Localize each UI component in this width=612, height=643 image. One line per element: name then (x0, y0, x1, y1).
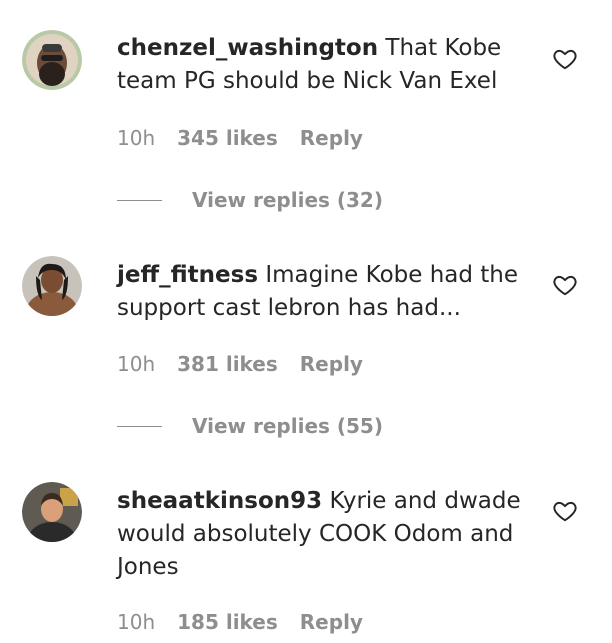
comment-text: chenzel_washington That Kobe team PG sho… (117, 32, 537, 98)
comment-text: jeff_fitness Imagine Kobe had the suppor… (117, 259, 537, 325)
avatar[interactable] (22, 482, 82, 542)
comment-username[interactable]: jeff_fitness (117, 262, 258, 288)
view-replies-button[interactable]: View replies (55) (117, 412, 383, 440)
like-button[interactable] (552, 46, 578, 72)
view-replies-button[interactable]: View replies (32) (117, 186, 383, 214)
view-replies-label: View replies (55) (192, 414, 383, 438)
like-button[interactable] (552, 272, 578, 298)
comment-timestamp: 10h (117, 352, 156, 376)
avatar-man-icon (22, 256, 82, 316)
comment-username[interactable]: sheaatkinson93 (117, 488, 322, 514)
comment-meta: 10h 381 likes Reply (117, 350, 363, 378)
comment-timestamp: 10h (117, 126, 156, 150)
reply-button[interactable]: Reply (300, 610, 363, 634)
like-button[interactable] (552, 498, 578, 524)
comment-meta: 10h 185 likes Reply (117, 608, 363, 636)
reply-button[interactable]: Reply (300, 352, 363, 376)
replies-divider (117, 199, 162, 201)
likes-count[interactable]: 381 likes (177, 352, 278, 376)
view-replies-label: View replies (32) (192, 188, 383, 212)
avatar[interactable] (22, 256, 82, 316)
comment-meta: 10h 345 likes Reply (117, 124, 363, 152)
heart-outline-icon (553, 501, 577, 522)
replies-divider (117, 425, 162, 427)
likes-count[interactable]: 345 likes (177, 126, 278, 150)
heart-outline-icon (553, 275, 577, 296)
likes-count[interactable]: 185 likes (177, 610, 278, 634)
comment-timestamp: 10h (117, 610, 156, 634)
avatar[interactable] (22, 30, 82, 90)
comment-username[interactable]: chenzel_washington (117, 35, 378, 61)
reply-button[interactable]: Reply (300, 126, 363, 150)
avatar-man-portrait-icon (22, 482, 82, 542)
avatar-bearded-man-icon (22, 30, 82, 90)
comment-text: sheaatkinson93 Kyrie and dwade would abs… (117, 485, 537, 584)
heart-outline-icon (553, 49, 577, 70)
